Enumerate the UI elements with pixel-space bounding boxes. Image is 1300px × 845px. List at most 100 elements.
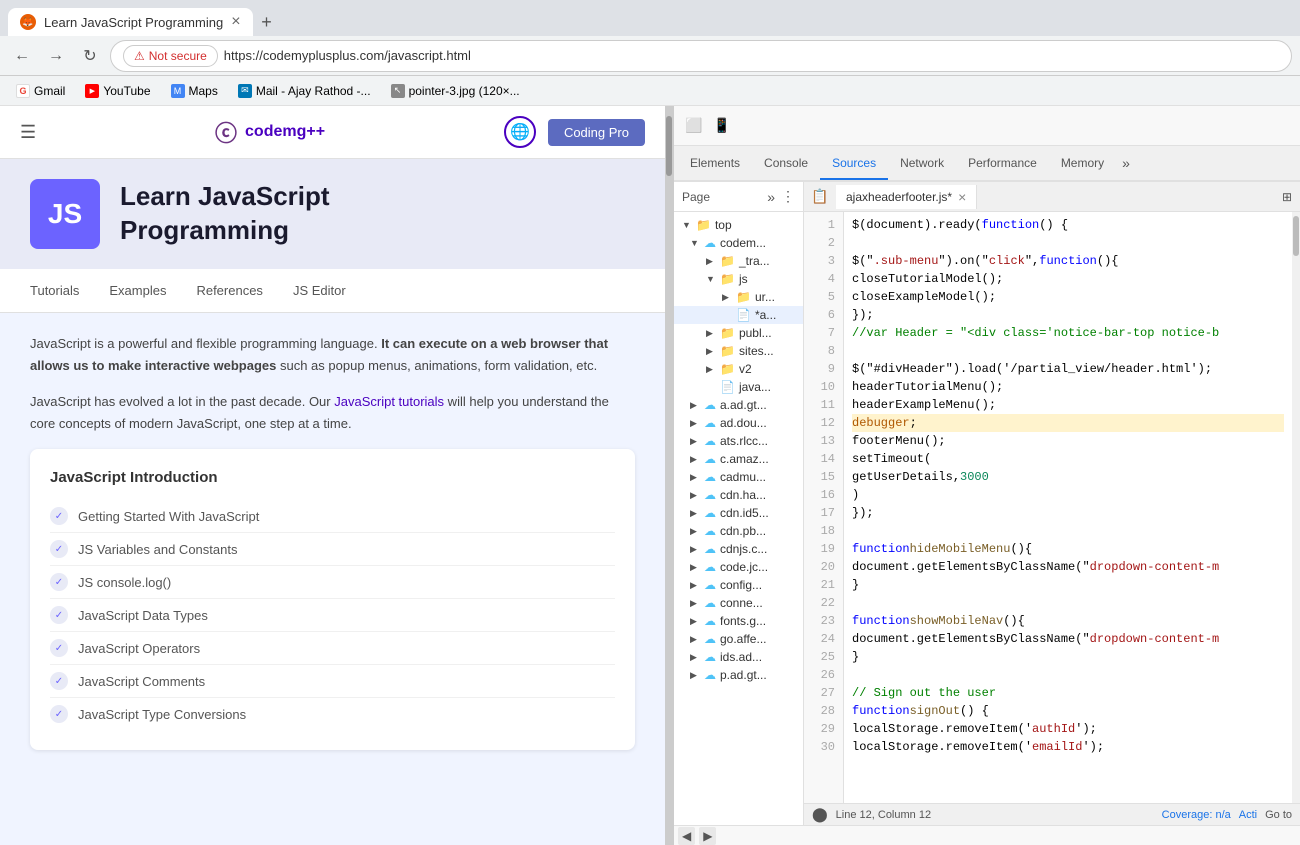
tree-item-tra[interactable]: ▶ 📁 _tra... [674, 252, 803, 270]
code-line[interactable]: document.getElementsByClassName("dropdow… [852, 558, 1284, 576]
tree-item-aad[interactable]: ▶ ☁ a.ad.gt... [674, 396, 803, 414]
code-editor[interactable]: 1234567891011121314151617181920212223242… [804, 212, 1300, 803]
tree-item-cdnjs[interactable]: ▶ ☁ cdnjs.c... [674, 540, 803, 558]
list-item[interactable]: ✓JavaScript Operators [50, 632, 615, 665]
tree-item-v2[interactable]: ▶ 📁 v2 [674, 360, 803, 378]
bookmark-youtube[interactable]: ▶ YouTube [77, 82, 158, 100]
website-scrollbar[interactable] [665, 106, 673, 845]
tree-item-js[interactable]: ▼ 📁 js [674, 270, 803, 288]
code-line[interactable] [852, 666, 1284, 684]
nav-tutorials[interactable]: Tutorials [30, 279, 79, 302]
tree-item-ur[interactable]: ▶ 📁 ur... [674, 288, 803, 306]
code-line[interactable]: } [852, 576, 1284, 594]
bookmark-gmail[interactable]: G Gmail [8, 82, 73, 100]
code-line[interactable]: document.getElementsByClassName("dropdow… [852, 630, 1284, 648]
code-file-tab[interactable]: ajaxheaderfooter.js* × [836, 185, 977, 209]
code-line[interactable]: closeTutorialModel(); [852, 270, 1284, 288]
code-line[interactable]: localStorage.removeItem('authId'); [852, 720, 1284, 738]
tab-sources[interactable]: Sources [820, 148, 888, 180]
list-item[interactable]: ✓JS Variables and Constants [50, 533, 615, 566]
tab-console[interactable]: Console [752, 148, 820, 180]
code-line[interactable] [852, 594, 1284, 612]
nav-examples[interactable]: Examples [109, 279, 166, 302]
list-item[interactable]: ✓Getting Started With JavaScript [50, 500, 615, 533]
code-line[interactable]: }); [852, 504, 1284, 522]
tab-close-button[interactable]: × [231, 14, 240, 30]
code-line[interactable]: localStorage.removeItem('emailId'); [852, 738, 1284, 756]
tree-item-goaffe[interactable]: ▶ ☁ go.affe... [674, 630, 803, 648]
panel-layout-icon[interactable]: ⊞ [1278, 186, 1296, 208]
code-line[interactable]: }); [852, 306, 1284, 324]
code-line[interactable]: $(document).ready(function() { [852, 216, 1284, 234]
tree-item-codejc[interactable]: ▶ ☁ code.jc... [674, 558, 803, 576]
tree-item-cadmu[interactable]: ▶ ☁ cadmu... [674, 468, 803, 486]
tree-item-sites[interactable]: ▶ 📁 sites... [674, 342, 803, 360]
tree-item-config[interactable]: ▶ ☁ config... [674, 576, 803, 594]
code-line[interactable]: closeExampleModel(); [852, 288, 1284, 306]
device-toolbar-button[interactable]: 📱 [710, 114, 734, 138]
code-line[interactable]: headerTutorialMenu(); [852, 378, 1284, 396]
code-tab-close[interactable]: × [958, 189, 966, 205]
coding-pro-button[interactable]: Coding Pro [548, 119, 645, 146]
active-tab[interactable]: 🦊 Learn JavaScript Programming × [8, 8, 253, 36]
code-line[interactable]: ) [852, 486, 1284, 504]
nav-references[interactable]: References [196, 279, 262, 302]
tree-item-cdnha[interactable]: ▶ ☁ cdn.ha... [674, 486, 803, 504]
code-content[interactable]: $(document).ready(function() { $(".sub-m… [844, 212, 1292, 803]
code-line[interactable] [852, 342, 1284, 360]
list-item[interactable]: ✓JavaScript Type Conversions [50, 698, 615, 730]
hamburger-menu[interactable]: ☰ [20, 122, 36, 143]
code-line[interactable]: function showMobileNav(){ [852, 612, 1284, 630]
tree-item-conne[interactable]: ▶ ☁ conne... [674, 594, 803, 612]
bookmark-mail[interactable]: ✉ Mail - Ajay Rathod -... [230, 82, 379, 100]
globe-icon[interactable]: 🌐 [504, 116, 536, 148]
tree-item-publ[interactable]: ▶ 📁 publ... [674, 324, 803, 342]
file-panel-more[interactable]: » [767, 189, 775, 205]
code-line[interactable]: debugger; [852, 414, 1284, 432]
coverage-label[interactable]: Coverage: n/a [1162, 809, 1231, 821]
code-line[interactable]: setTimeout( [852, 450, 1284, 468]
tab-performance[interactable]: Performance [956, 148, 1049, 180]
reload-button[interactable]: ↻ [76, 42, 104, 70]
tree-item-ats[interactable]: ▶ ☁ ats.rlcc... [674, 432, 803, 450]
code-line[interactable]: function signOut() { [852, 702, 1284, 720]
tree-item-camaz[interactable]: ▶ ☁ c.amaz... [674, 450, 803, 468]
bookmark-maps[interactable]: M Maps [163, 82, 226, 100]
file-panel-menu[interactable]: ⋮ [781, 188, 795, 205]
code-line[interactable]: } [852, 648, 1284, 666]
tree-item-idsad[interactable]: ▶ ☁ ids.ad... [674, 648, 803, 666]
code-line[interactable]: function hideMobileMenu(){ [852, 540, 1284, 558]
tab-elements[interactable]: Elements [678, 148, 752, 180]
code-line[interactable] [852, 522, 1284, 540]
forward-button[interactable]: → [42, 42, 70, 70]
new-tab-button[interactable]: + [253, 8, 281, 36]
inspect-element-button[interactable]: ⬜ [682, 114, 706, 138]
tree-item-padgt[interactable]: ▶ ☁ p.ad.gt... [674, 666, 803, 684]
nav-left-button[interactable]: ◀ [678, 827, 695, 845]
code-line[interactable]: getUserDetails, 3000 [852, 468, 1284, 486]
code-line[interactable]: headerExampleMenu(); [852, 396, 1284, 414]
file-editor-icon[interactable]: 📋 [808, 185, 832, 209]
nav-jseditor[interactable]: JS Editor [293, 279, 346, 302]
code-line[interactable]: $("#divHeader").load('/partial_view/head… [852, 360, 1284, 378]
back-button[interactable]: ← [8, 42, 36, 70]
tree-item-addou[interactable]: ▶ ☁ ad.dou... [674, 414, 803, 432]
tree-item-codem[interactable]: ▼ ☁ codem... [674, 234, 803, 252]
tree-item-cdnid[interactable]: ▶ ☁ cdn.id5... [674, 504, 803, 522]
code-line[interactable]: // Sign out the user [852, 684, 1284, 702]
code-line[interactable]: //var Header = "<div class='notice-bar-t… [852, 324, 1284, 342]
tree-item-fontsg[interactable]: ▶ ☁ fonts.g... [674, 612, 803, 630]
more-tabs-button[interactable]: » [1116, 151, 1136, 175]
bookmark-pointer[interactable]: ↖ pointer-3.jpg (120×... [383, 82, 528, 100]
address-bar[interactable]: ⚠ Not secure https://codemyplusplus.com/… [110, 40, 1292, 72]
tree-item-ajax[interactable]: ▶ 📄 *a... [674, 306, 803, 324]
tab-memory[interactable]: Memory [1049, 148, 1116, 180]
code-line[interactable] [852, 234, 1284, 252]
code-scrollbar[interactable] [1292, 212, 1300, 803]
code-line[interactable]: $(".sub-menu").on("click", function(){ [852, 252, 1284, 270]
nav-right-button[interactable]: ▶ [699, 827, 716, 845]
code-line[interactable]: footerMenu(); [852, 432, 1284, 450]
list-item[interactable]: ✓JavaScript Data Types [50, 599, 615, 632]
list-item[interactable]: ✓JS console.log() [50, 566, 615, 599]
tree-item-cdnpb[interactable]: ▶ ☁ cdn.pb... [674, 522, 803, 540]
